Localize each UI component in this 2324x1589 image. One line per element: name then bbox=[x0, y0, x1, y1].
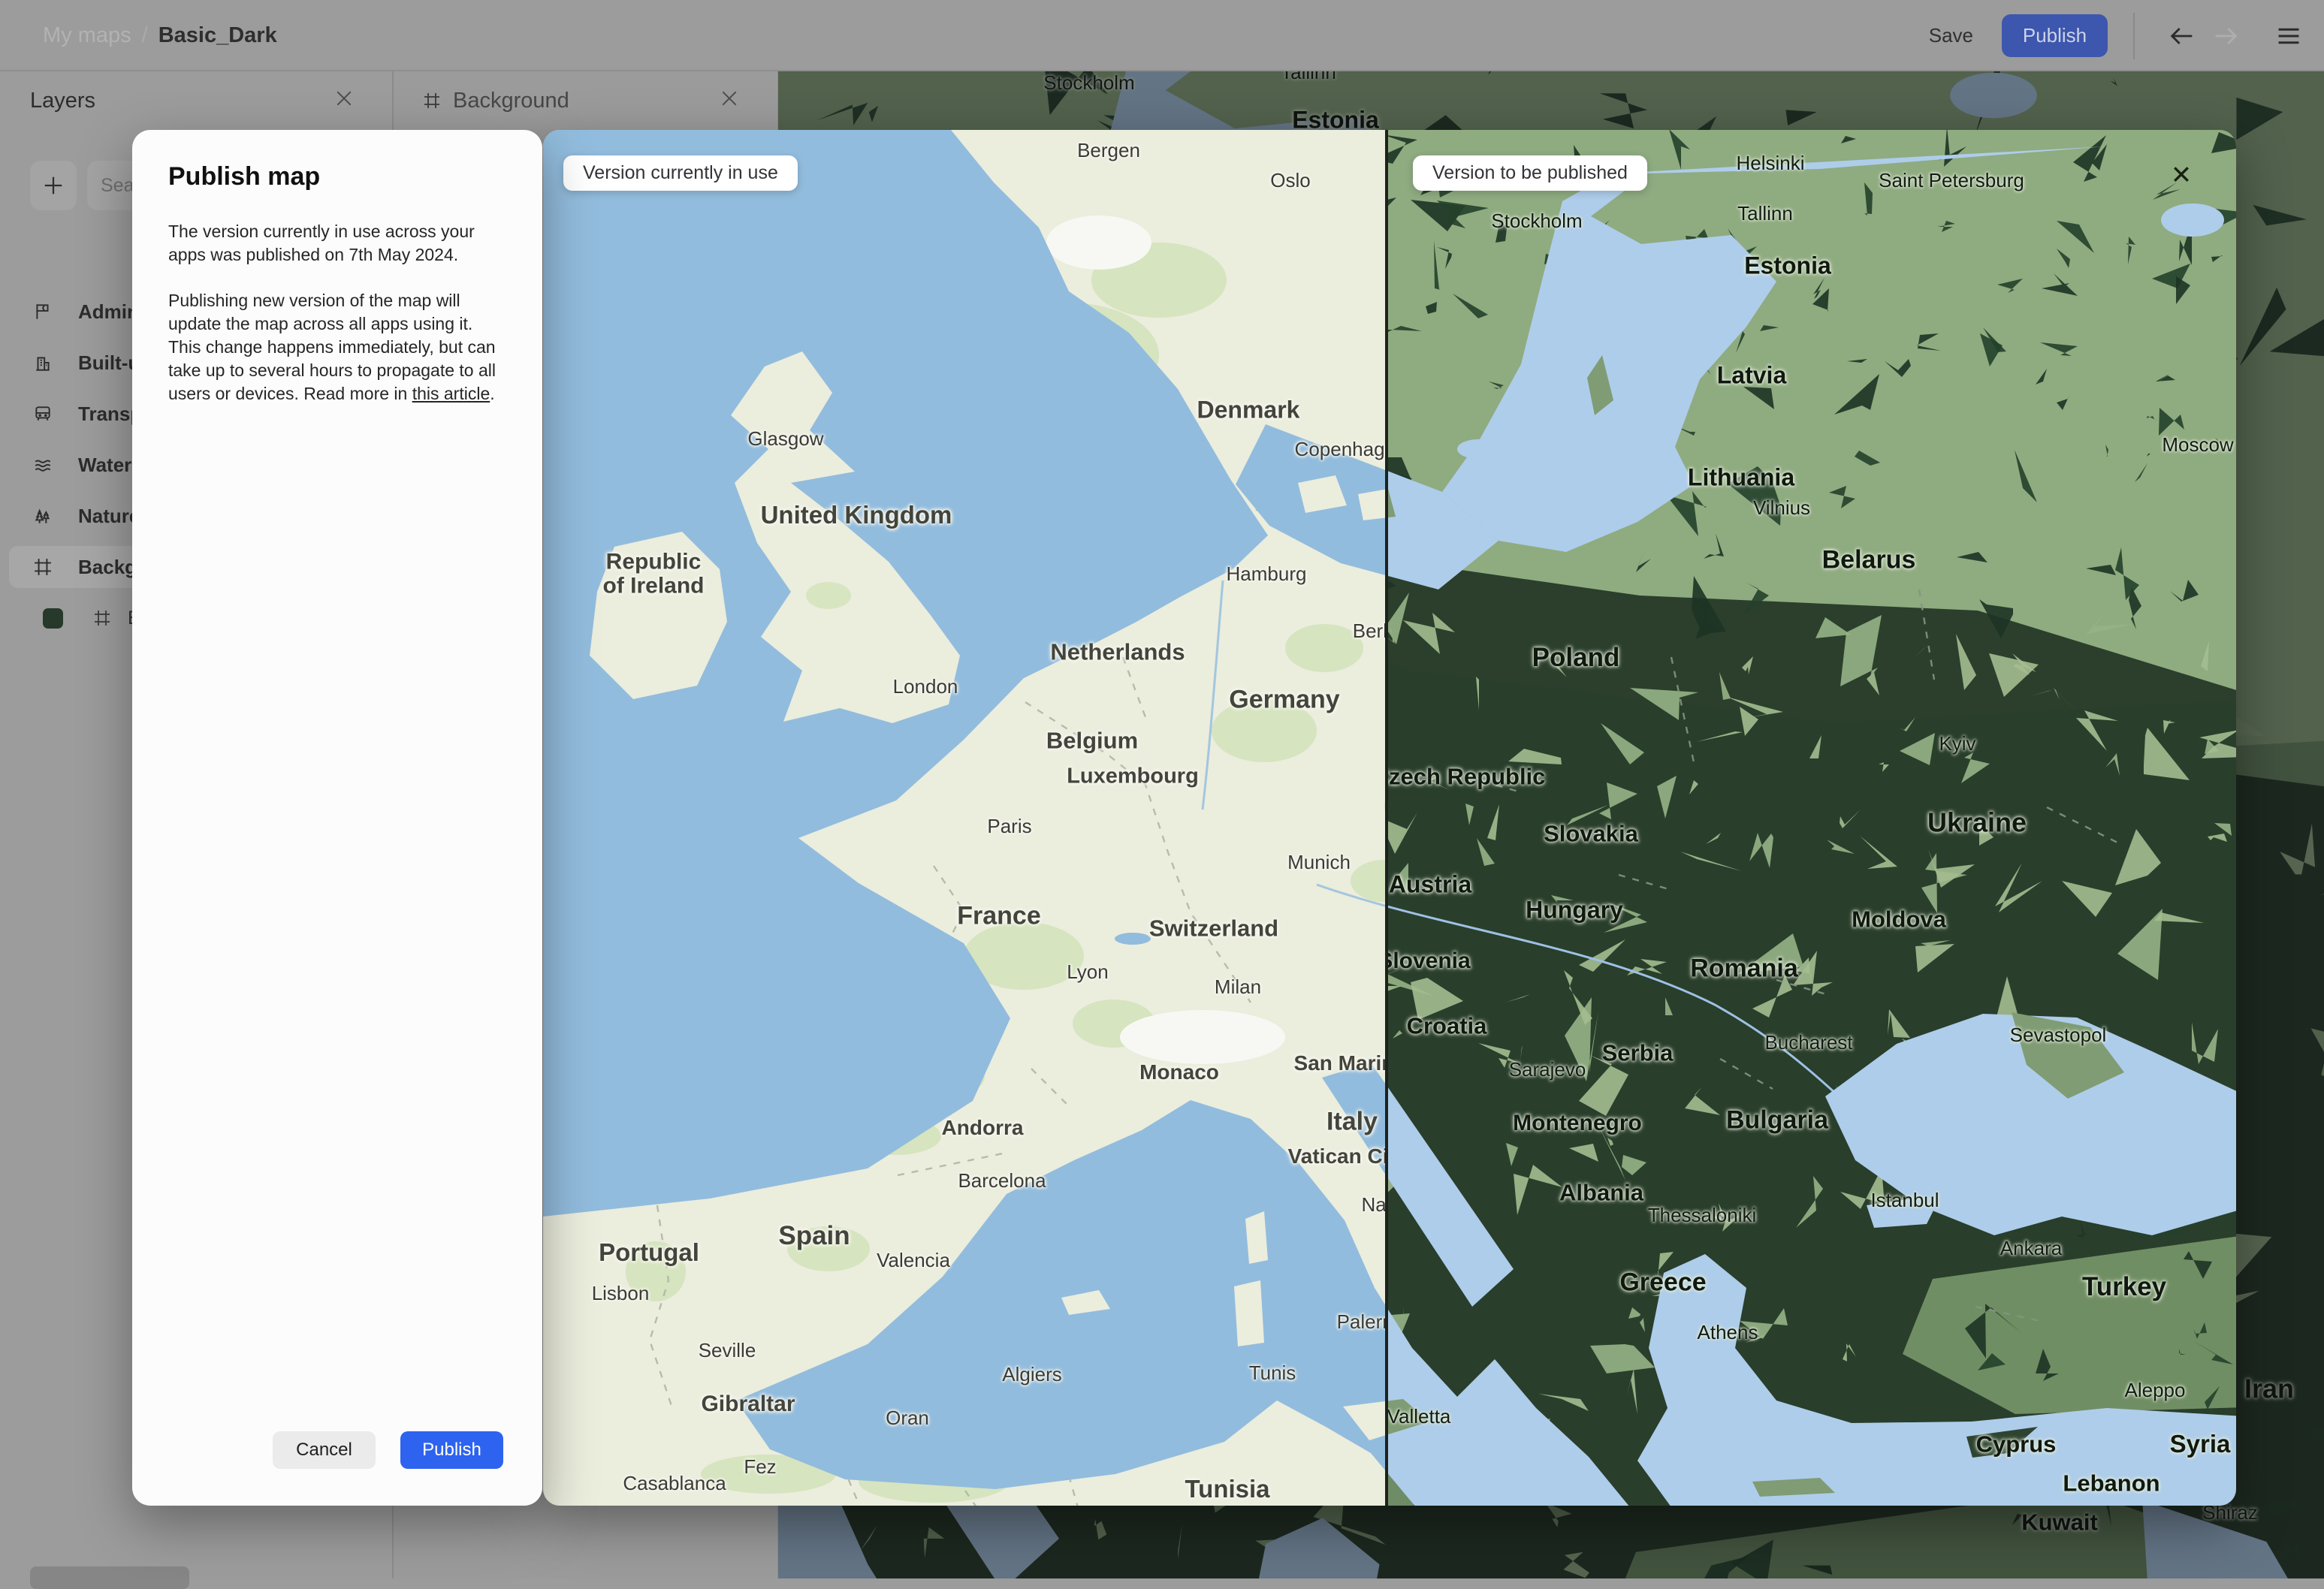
new-version-chip: Version to be published bbox=[1413, 155, 1647, 191]
breadcrumb-my-maps[interactable]: My maps bbox=[43, 23, 131, 48]
buildings-icon bbox=[33, 353, 53, 372]
this-article-link[interactable]: this article bbox=[412, 384, 490, 403]
layer-color-swatch[interactable] bbox=[43, 608, 63, 629]
layers-panel-title: Layers bbox=[30, 89, 95, 113]
hamburger-menu-icon[interactable] bbox=[2267, 14, 2310, 58]
map-control-pill[interactable] bbox=[30, 1566, 189, 1589]
map-version-new[interactable]: StockholmHelsinkiSaint PetersburgTallinn… bbox=[1388, 130, 2236, 1506]
publish-button-toolbar[interactable]: Publish bbox=[2002, 14, 2108, 57]
close-icon[interactable] bbox=[713, 82, 746, 115]
breadcrumb-map-name: Basic_Dark bbox=[158, 23, 277, 48]
layers-panel-header: Layers bbox=[0, 71, 392, 130]
close-icon[interactable] bbox=[327, 82, 361, 115]
map-version-current[interactable]: BergenOsloGlasgowUnited KingdomRepublic … bbox=[543, 130, 1388, 1506]
compare-split-divider[interactable] bbox=[1385, 130, 1388, 1506]
frame-icon bbox=[93, 609, 111, 627]
waves-icon bbox=[33, 455, 53, 475]
frame-icon bbox=[33, 557, 53, 577]
frame-icon bbox=[423, 92, 441, 110]
flag-icon bbox=[33, 302, 53, 321]
current-version-chip: Version currently in use bbox=[563, 155, 798, 191]
plus-icon bbox=[42, 174, 65, 197]
publish-button-dialog[interactable]: Publish bbox=[400, 1431, 503, 1469]
background-tab-title: Background bbox=[453, 89, 569, 113]
dialog-paragraph-1: The version currently in use across your… bbox=[168, 220, 530, 267]
save-button[interactable]: Save bbox=[1909, 14, 1993, 58]
add-layer-button[interactable] bbox=[30, 161, 77, 210]
background-tab-header: Background bbox=[394, 71, 777, 130]
publish-dialog: Publish map The version currently in use… bbox=[132, 130, 542, 1506]
top-toolbar: My maps / Basic_Dark Save Publish bbox=[0, 0, 2324, 71]
bus-icon bbox=[33, 404, 53, 424]
toolbar-divider bbox=[2133, 13, 2135, 59]
breadcrumb: My maps / Basic_Dark bbox=[43, 0, 277, 71]
undo-arrow-icon[interactable] bbox=[2160, 14, 2204, 58]
cancel-button[interactable]: Cancel bbox=[273, 1431, 376, 1469]
trees-icon bbox=[33, 506, 53, 526]
dialog-paragraph-2: Publishing new version of the map will u… bbox=[168, 289, 530, 406]
dialog-title: Publish map bbox=[168, 162, 320, 191]
redo-arrow-icon[interactable] bbox=[2204, 14, 2247, 58]
version-compare-panel: BergenOsloGlasgowUnited KingdomRepublic … bbox=[543, 130, 2236, 1506]
